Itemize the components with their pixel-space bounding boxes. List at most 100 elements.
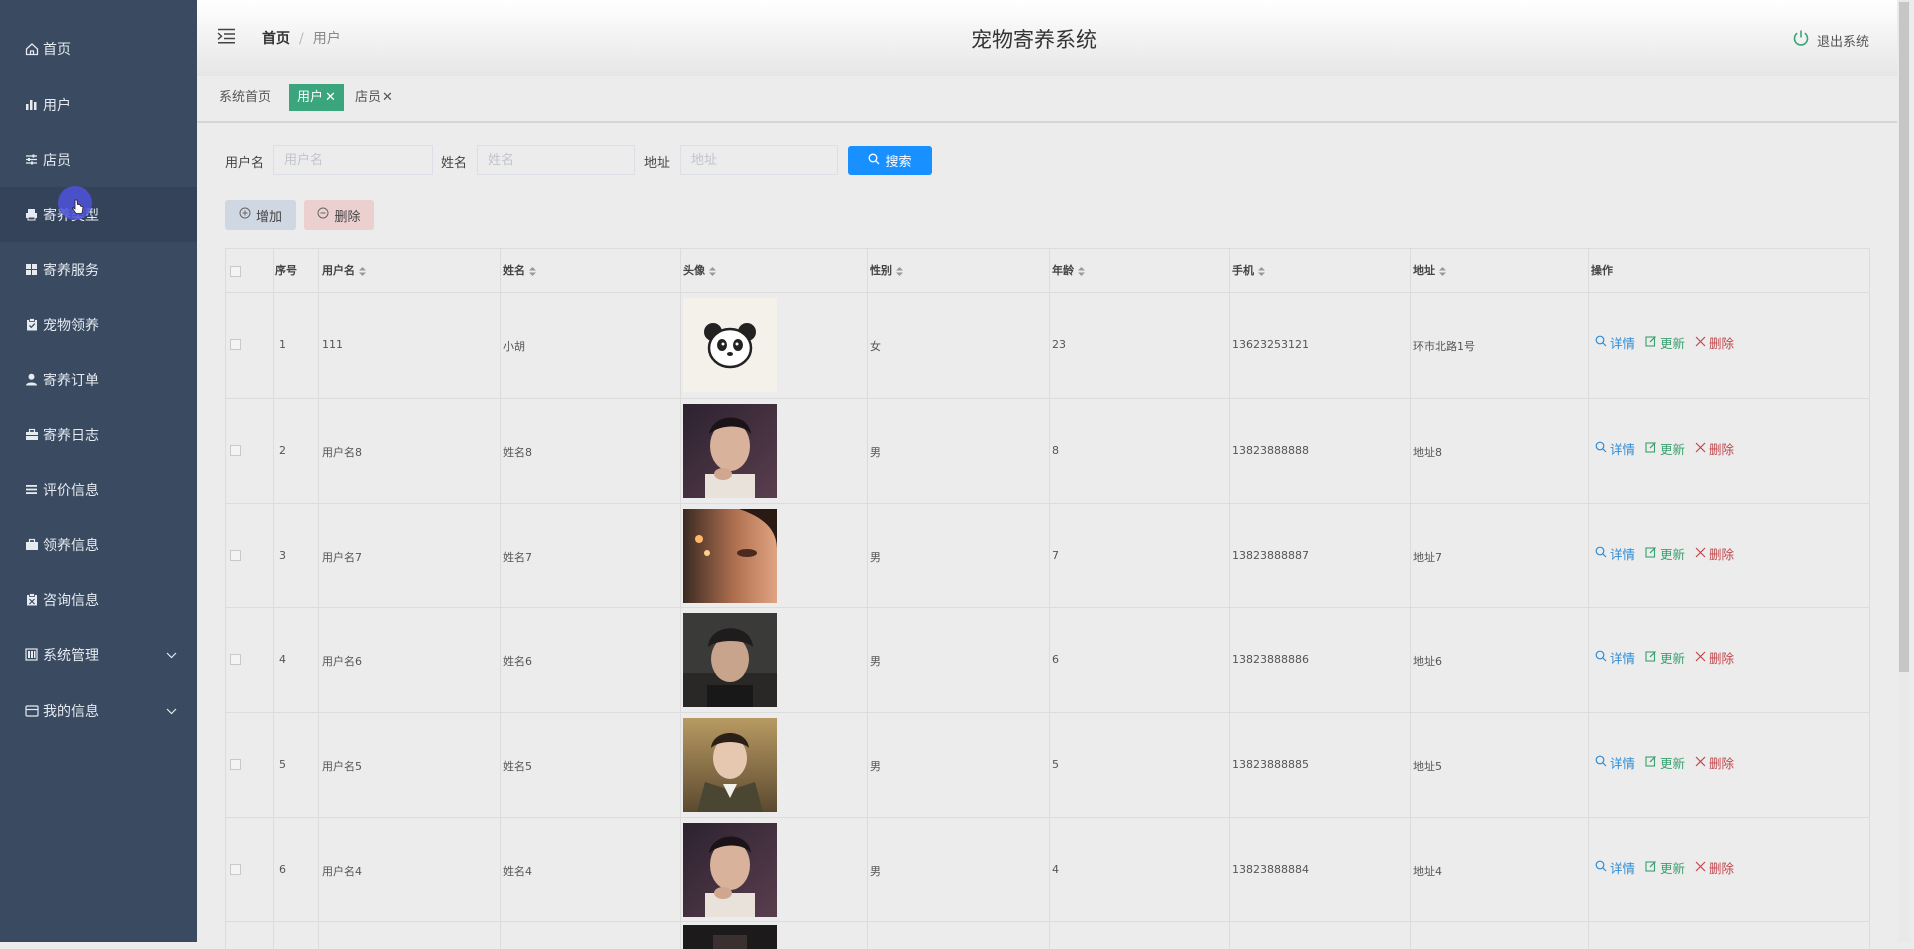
row-checkbox[interactable] (230, 445, 241, 456)
sidebar-item-foster-type[interactable]: 寄养类型 (0, 187, 197, 242)
edit-icon (1645, 650, 1657, 665)
detail-link[interactable]: 详情 (1595, 648, 1635, 667)
logout-button[interactable]: 退出系统 (1792, 29, 1869, 51)
name-input[interactable] (477, 145, 635, 175)
sidebar-item-foster-logs[interactable]: 寄养日志 (0, 407, 197, 462)
address-label: 地址 (644, 156, 671, 171)
delete-link[interactable]: 删除 (1695, 544, 1734, 563)
close-icon[interactable]: ✕ (382, 90, 393, 105)
sidebar-item-reviews[interactable]: 评价信息 (0, 462, 197, 517)
delete-label: 删除 (1709, 756, 1735, 771)
chevron-down-icon[interactable] (166, 703, 177, 719)
detail-label: 详情 (1610, 756, 1636, 771)
scrollbar-thumb[interactable] (1899, 2, 1909, 672)
cell-username: 用户名5 (322, 760, 362, 773)
sidebar-item-label: 寄养订单 (43, 372, 99, 389)
cell-name: 姓名7 (503, 551, 532, 564)
update-link[interactable]: 更新 (1645, 753, 1685, 772)
sidebar-item-adoption-info[interactable]: 领养信息 (0, 517, 197, 572)
sidebar-item-foster-service[interactable]: 寄养服务 (0, 242, 197, 297)
cell-username: 用户名4 (322, 865, 362, 878)
close-icon (1695, 755, 1706, 770)
row-checkbox[interactable] (230, 864, 241, 875)
row-actions: 详情 更新 删除 (1595, 439, 1744, 458)
cell-phone: 13823888884 (1232, 863, 1309, 876)
cell-name: 姓名5 (503, 760, 532, 773)
cell-phone: 13823888885 (1232, 758, 1309, 771)
delete-link[interactable]: 删除 (1695, 648, 1734, 667)
update-link[interactable]: 更新 (1645, 544, 1685, 563)
cell-name: 姓名4 (503, 865, 532, 878)
delete-link[interactable]: 删除 (1695, 439, 1734, 458)
breadcrumb: 首页 / 用户 (262, 28, 341, 48)
users-table: 序号 用户名 姓名 头像 性别 年龄 手机 地址 操作 1 111 小胡女 23 136… (225, 248, 1870, 949)
address-input[interactable] (680, 145, 838, 175)
sidebar-item-home[interactable]: 首页 (0, 21, 197, 76)
delete-link[interactable]: 删除 (1695, 858, 1734, 877)
cell-gender: 男 (870, 655, 881, 668)
row-checkbox[interactable] (230, 550, 241, 561)
close-icon[interactable]: ✕ (325, 90, 336, 105)
delete-label: 删除 (1709, 651, 1735, 666)
tab-system-home[interactable]: 系统首页 (211, 84, 279, 111)
sidebar-item-my-info[interactable]: 我的信息 (0, 683, 197, 738)
sidebar-item-pet-adoption[interactable]: 宠物领养 (0, 297, 197, 352)
top-header: 首页 / 用户 宠物寄养系统 退出系统 (197, 0, 1897, 77)
cell-username: 用户名6 (322, 655, 362, 668)
search-button[interactable]: 搜索 (848, 146, 932, 175)
update-link[interactable]: 更新 (1645, 648, 1685, 667)
row-checkbox[interactable] (230, 759, 241, 770)
row-divider (226, 503, 1869, 504)
sidebar-item-consult-info[interactable]: 咨询信息 (0, 572, 197, 627)
avatar (683, 509, 777, 603)
breadcrumb-separator: / (299, 31, 304, 47)
cell-gender: 男 (870, 446, 881, 459)
card-icon (24, 703, 39, 718)
suitcase-icon (24, 537, 39, 552)
sidebar-item-label: 宠物领养 (43, 317, 99, 334)
cell-phone: 13823888886 (1232, 653, 1309, 666)
detail-label: 详情 (1610, 651, 1636, 666)
edit-icon (1645, 860, 1657, 875)
table-row (226, 249, 1869, 353)
cell-username: 用户名8 (322, 446, 362, 459)
briefcase-icon (24, 427, 39, 442)
update-label: 更新 (1660, 547, 1686, 562)
tab-bar: 系统首页 用户 ✕ 店员✕ (197, 76, 1897, 123)
cell-no: 6 (279, 863, 286, 876)
close-icon (1695, 441, 1706, 456)
breadcrumb-home[interactable]: 首页 (262, 31, 290, 47)
avatar (683, 404, 777, 498)
sidebar-item-label: 系统管理 (43, 647, 99, 664)
detail-link[interactable]: 详情 (1595, 753, 1635, 772)
sidebar-item-label: 首页 (43, 41, 71, 58)
cell-username: 用户名7 (322, 551, 362, 564)
add-button[interactable]: 增加 (225, 200, 296, 230)
row-checkbox[interactable] (230, 654, 241, 665)
menu-toggle-icon[interactable] (217, 28, 236, 48)
update-link[interactable]: 更新 (1645, 439, 1685, 458)
cell-phone: 13823888887 (1232, 549, 1309, 562)
sidebar-item-clerks[interactable]: 店员 (0, 132, 197, 187)
name-label: 姓名 (441, 156, 468, 171)
tab-clerks[interactable]: 店员✕ (347, 84, 401, 111)
row-divider (226, 398, 1869, 399)
sidebar-item-system-management[interactable]: 系统管理 (0, 627, 197, 682)
cell-age: 8 (1052, 444, 1059, 457)
username-input[interactable] (273, 145, 433, 175)
sidebar-item-label: 咨询信息 (43, 592, 99, 609)
row-actions: 详情 更新 删除 (1595, 858, 1744, 877)
update-link[interactable]: 更新 (1645, 858, 1685, 877)
detail-link[interactable]: 详情 (1595, 439, 1635, 458)
delete-button[interactable]: 删除 (304, 200, 374, 230)
detail-link[interactable]: 详情 (1595, 544, 1635, 563)
delete-link[interactable]: 删除 (1695, 753, 1734, 772)
sidebar-item-label: 评价信息 (43, 482, 99, 499)
sidebar-item-users[interactable]: 用户 (0, 77, 197, 132)
detail-link[interactable]: 详情 (1595, 858, 1635, 877)
chevron-down-icon[interactable] (166, 647, 177, 663)
tab-users[interactable]: 用户 ✕ (289, 84, 344, 111)
column-divider (867, 249, 868, 949)
page-scrollbar[interactable] (1898, 0, 1910, 942)
sidebar-item-foster-orders[interactable]: 寄养订单 (0, 352, 197, 407)
